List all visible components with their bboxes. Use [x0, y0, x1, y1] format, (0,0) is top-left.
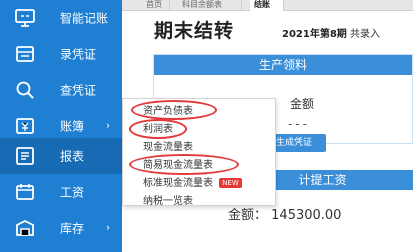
- menu-item-standard-cash-flow[interactable]: 标准现金流量表 NEW: [123, 175, 275, 192]
- menu-item-label: 标准现金流量表: [143, 178, 213, 189]
- annotation-circle: [129, 154, 239, 175]
- monitor-icon: [14, 7, 36, 29]
- panel-header: 生产领料: [154, 55, 412, 75]
- inventory-icon: [14, 217, 36, 239]
- sidebar-item-inventory[interactable]: 库存 ›: [0, 210, 122, 246]
- sidebar-item-query-voucher[interactable]: 查凭证: [0, 72, 122, 108]
- tab-home[interactable]: 首页: [142, 0, 170, 11]
- chevron-right-icon: ›: [106, 120, 110, 132]
- tab-account-balance[interactable]: 科目余额表: [178, 0, 242, 11]
- sidebar-item-smart-bookkeeping[interactable]: 智能记账: [0, 0, 122, 36]
- sidebar-item-label: 工资: [60, 185, 85, 200]
- salary-amount-label: 金额：: [228, 208, 268, 223]
- search-icon: [14, 79, 36, 101]
- tab-closing[interactable]: 结账: [250, 0, 284, 11]
- voucher-icon: [14, 43, 36, 65]
- sidebar-item-label: 智能记账: [60, 11, 109, 26]
- sidebar-item-reports[interactable]: 报表: [0, 138, 122, 174]
- menu-item-label: 纳税一览表: [143, 196, 193, 207]
- sidebar-item-label: 账簿: [60, 119, 85, 134]
- chevron-right-icon: ›: [106, 222, 110, 234]
- period-label: 2021年第8期 共录入: [282, 25, 380, 40]
- sidebar-item-label: 报表: [60, 149, 85, 164]
- amount-label: 金额: [290, 97, 315, 111]
- sidebar-item-label: 查凭证: [60, 83, 97, 98]
- sidebar-item-salary[interactable]: 工资: [0, 174, 122, 210]
- amount-value: ---: [288, 117, 310, 131]
- page-title: 期末结转: [154, 20, 235, 42]
- app-window: 智能记账 录凭证 查凭证 账簿 › 报表 工资 库存 › 首页 科目余额表 结账…: [0, 0, 413, 252]
- salary-amount-value: 145300.00: [271, 208, 342, 223]
- annotation-circle: [131, 100, 217, 120]
- sidebar: 智能记账 录凭证 查凭证 账簿 › 报表 工资 库存 ›: [0, 0, 122, 252]
- period-value: 2021年第8期: [282, 29, 347, 40]
- tab-bar: 首页 科目余额表 结账: [122, 0, 413, 11]
- calendar-icon: [14, 181, 36, 203]
- menu-item-tax-summary[interactable]: 纳税一览表: [123, 193, 275, 210]
- sidebar-item-label: 录凭证: [60, 47, 97, 62]
- new-badge: NEW: [219, 178, 242, 188]
- report-icon: [14, 145, 36, 167]
- menu-item-label: 现金流量表: [143, 142, 193, 153]
- annotation-circle: [129, 119, 187, 139]
- ledger-icon: [14, 115, 36, 137]
- sidebar-item-label: 库存: [60, 221, 85, 236]
- report-dropdown-menu: 资产负债表 利润表 现金流量表 简易现金流量表 标准现金流量表 NEW 纳税一览…: [122, 98, 276, 207]
- sidebar-item-enter-voucher[interactable]: 录凭证: [0, 36, 122, 72]
- period-suffix: 共录入: [349, 29, 380, 40]
